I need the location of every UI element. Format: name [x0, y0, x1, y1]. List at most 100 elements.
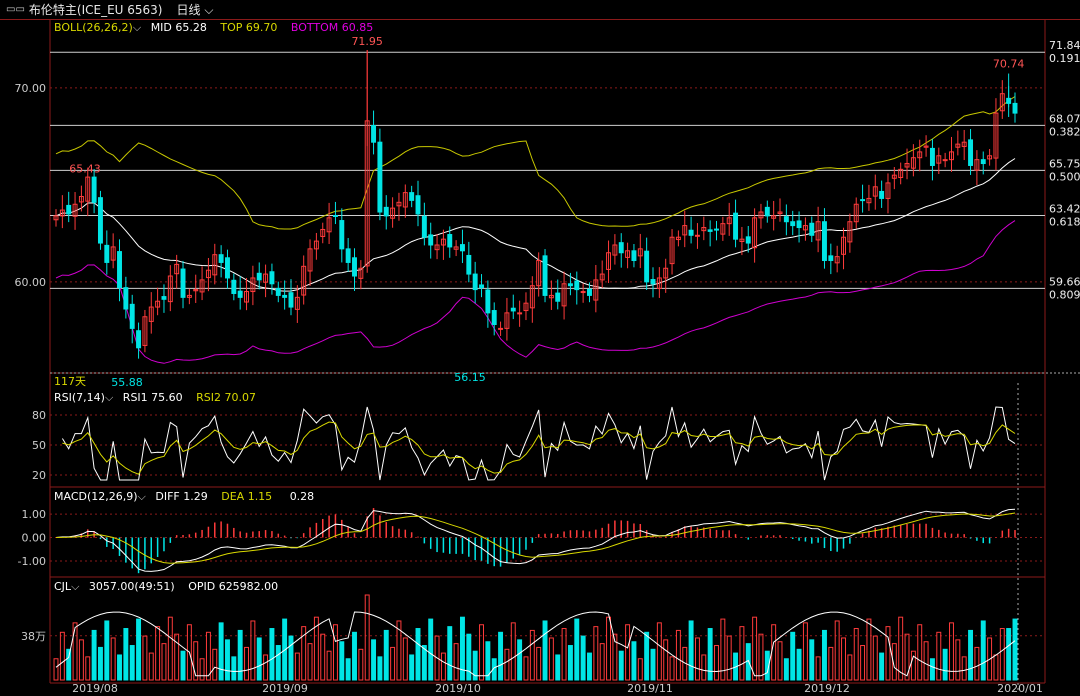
candle-body: [688, 229, 694, 236]
volume-bar: [542, 620, 548, 681]
x-axis-date-label: 2019/12: [804, 682, 850, 695]
volume-bar: [358, 648, 364, 681]
price-axis-label: 60.00: [15, 276, 47, 289]
volume-bar: [942, 648, 948, 681]
volume-bar: [650, 648, 656, 681]
candle-body: [371, 125, 377, 143]
macd-diff-value: DIFF 1.29: [155, 490, 208, 503]
candle-body: [383, 206, 389, 217]
fib-ratio-label: 0.500: [1049, 170, 1080, 183]
candle-body: [809, 222, 815, 236]
period-selector[interactable]: 日线 ⌵: [177, 1, 214, 18]
candle-body: [275, 287, 281, 296]
candle-body: [288, 292, 294, 308]
candle-body: [409, 192, 415, 201]
period-label: 日线: [176, 3, 201, 17]
volume-bar: [352, 631, 357, 681]
volume-bar: [383, 629, 389, 681]
volume-bar: [129, 645, 135, 681]
volume-bar: [320, 633, 326, 681]
volume-bar: [929, 658, 935, 681]
volume-bar: [752, 616, 758, 681]
candle-body: [1012, 102, 1018, 114]
candle-body: [447, 234, 453, 248]
volume-bar: [618, 650, 624, 681]
volume-bar: [364, 594, 370, 681]
volume-bar: [675, 629, 681, 681]
price-axis-label: 70.00: [15, 82, 47, 95]
rsi-header[interactable]: RSI(7,14)⌵ RSI1 75.60 RSI2 70.07: [54, 392, 256, 404]
volume-bar: [847, 654, 853, 681]
macd-header[interactable]: MACD(12,26,9)⌵ DIFF 1.29 DEA 1.15 0.28: [54, 491, 314, 503]
candle-body: [517, 312, 523, 315]
fib-price-label: 71.84: [1049, 39, 1080, 52]
instrument-title: 布伦特主(ICE_EU 6563): [28, 3, 163, 17]
candle-body: [733, 212, 739, 240]
volume-bar: [294, 652, 300, 681]
volume-bar: [904, 633, 910, 681]
volume-bar: [517, 639, 523, 681]
volume-bar: [796, 648, 802, 681]
candle-body: [421, 215, 427, 238]
window-icon[interactable]: ▭▭: [6, 4, 25, 15]
candle-body: [694, 234, 700, 237]
volume-bar: [688, 620, 694, 681]
macd-diff-line: [55, 508, 1016, 572]
candle-body: [428, 234, 434, 246]
volume-bar: [142, 635, 148, 681]
volume-bar: [529, 629, 535, 681]
candle-body: [282, 294, 288, 298]
volume-bar: [256, 637, 262, 681]
chevron-down-icon: ⌵: [104, 391, 114, 404]
volume-bar: [974, 646, 980, 681]
volume-bar: [237, 629, 243, 681]
fib-ratio-label: 0.191: [1049, 52, 1080, 65]
candle-body: [783, 216, 789, 223]
volume-bar: [148, 652, 154, 681]
volume-bar: [828, 646, 834, 681]
cjl-header[interactable]: CJL⌵ 3057.00(49:51) OPID 625982.00: [54, 581, 278, 593]
candle-body: [161, 296, 167, 300]
candle-body: [790, 221, 796, 227]
rsi-indicator-label[interactable]: RSI(7,14): [54, 391, 105, 404]
volume-bar: [269, 628, 275, 681]
volume-bar: [479, 624, 484, 681]
volume-bar: [205, 631, 211, 681]
x-axis-date-label: 2019/09: [262, 682, 308, 695]
volume-bar: [587, 652, 592, 681]
volume-bar: [523, 656, 529, 681]
volume-bar: [117, 654, 122, 681]
cjl-indicator-label[interactable]: CJL: [54, 580, 71, 593]
volume-bar: [923, 641, 929, 681]
volume-bar: [53, 658, 59, 681]
boll-top-line: [55, 96, 1016, 230]
rsi2-line: [62, 421, 1016, 475]
candle-body: [332, 215, 338, 218]
candle-body: [339, 220, 345, 250]
high-marker-label: 71.95: [351, 35, 383, 48]
boll-indicator-label[interactable]: BOLL(26,26,2): [54, 21, 133, 34]
recent-high-label: 70.74: [993, 58, 1025, 71]
candle-body: [472, 273, 478, 291]
boll-header[interactable]: BOLL(26,26,2)⌵ MID 65.28 TOP 69.70 BOTTO…: [54, 22, 373, 34]
volume-bar: [167, 616, 173, 681]
volume-bar: [917, 624, 923, 681]
candle-body: [879, 190, 885, 199]
candle-body: [117, 251, 122, 289]
volume-bar: [593, 626, 599, 681]
candle-body: [129, 303, 135, 329]
volume-bar: [421, 645, 427, 681]
candle-body: [459, 244, 465, 252]
volume-bar: [510, 622, 516, 681]
candle-body: [631, 250, 637, 262]
macd-axis-label: -1.00: [18, 555, 46, 568]
volume-bar: [625, 624, 631, 681]
macd-indicator-label[interactable]: MACD(12,26,9): [54, 490, 138, 503]
candle-body: [542, 255, 548, 296]
fib-price-label: 63.42: [1049, 203, 1080, 216]
volume-bar: [631, 641, 637, 681]
volume-bar: [275, 645, 281, 681]
volume-bar: [72, 622, 78, 681]
volume-bar: [777, 641, 783, 681]
volume-bar: [701, 654, 707, 681]
